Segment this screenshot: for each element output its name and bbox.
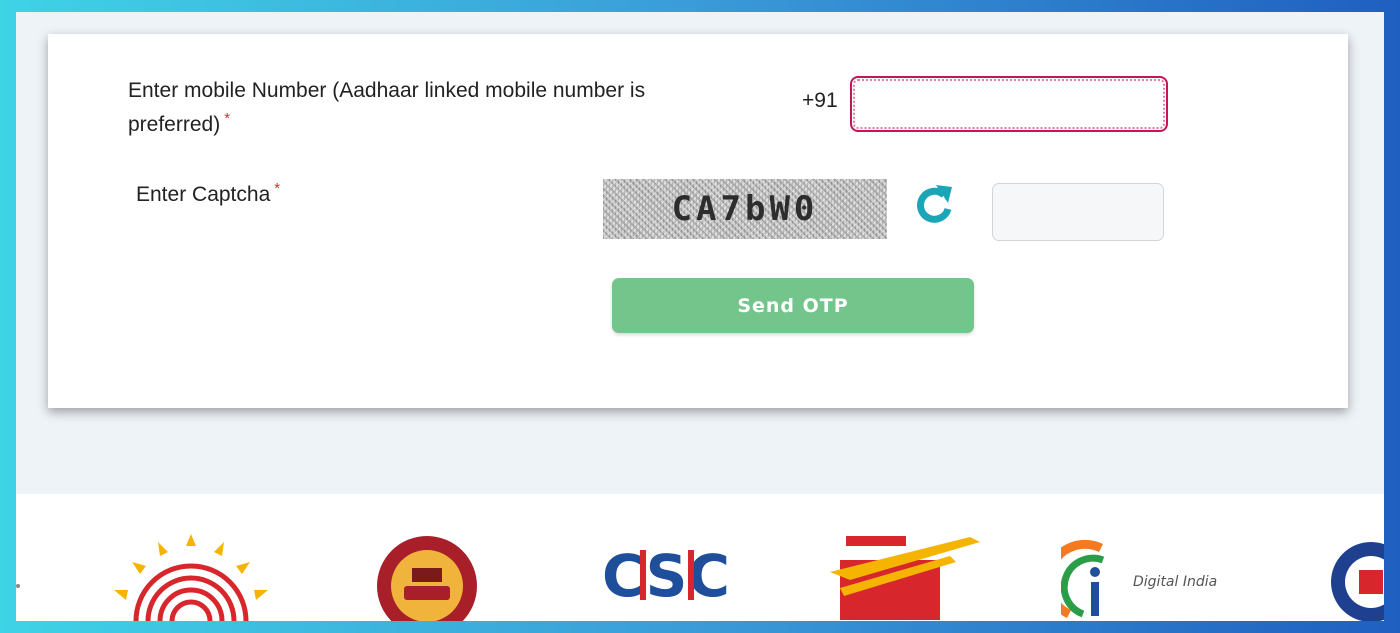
- country-code: +91: [802, 89, 838, 112]
- mobile-number-label-text: Enter mobile Number (Aadhaar linked mobi…: [128, 79, 646, 136]
- esic-logo: [377, 536, 477, 621]
- captcha-image: CA7bW0: [603, 179, 887, 239]
- decorative-dot: [16, 584, 20, 588]
- page-viewport: Enter mobile Number (Aadhaar linked mobi…: [16, 12, 1384, 621]
- partner-logos-footer: CSC Digital India: [16, 494, 1384, 621]
- epfo-logo: [1331, 542, 1384, 621]
- captcha-input[interactable]: [992, 183, 1164, 241]
- required-asterisk: *: [274, 180, 281, 197]
- digital-india-text: Digital India: [1133, 574, 1217, 590]
- captcha-text: CA7bW0: [671, 189, 819, 229]
- refresh-captcha-button[interactable]: [910, 181, 958, 229]
- required-asterisk: *: [224, 110, 231, 127]
- refresh-icon: [917, 185, 952, 223]
- csc-logo-text: CSC: [602, 542, 730, 610]
- login-card: Enter mobile Number (Aadhaar linked mobi…: [48, 34, 1348, 408]
- captcha-label-text: Enter Captcha: [136, 183, 271, 206]
- captcha-label: Enter Captcha *: [136, 178, 280, 212]
- csc-logo: CSC: [596, 542, 736, 610]
- india-post-logo: [830, 536, 980, 620]
- mobile-number-label: Enter mobile Number (Aadhaar linked mobi…: [128, 74, 728, 142]
- mobile-number-input[interactable]: [850, 76, 1168, 132]
- aadhaar-logo: [114, 534, 268, 621]
- digital-india-logo: Digital India: [1061, 539, 1217, 619]
- send-otp-button[interactable]: Send OTP: [612, 278, 974, 333]
